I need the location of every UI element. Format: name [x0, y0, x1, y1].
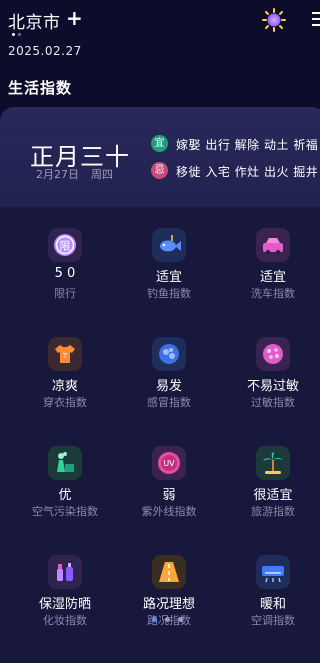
index-value: 暖和	[259, 597, 286, 612]
menu-icon[interactable]	[312, 12, 320, 28]
index-value: 适宜	[155, 270, 182, 285]
index-value: 5 0	[54, 266, 76, 281]
uv-icon: UV	[152, 446, 186, 480]
index-label: 穿衣指数	[43, 396, 87, 409]
solar-date: 2月27日	[36, 168, 79, 181]
cosmetics-icon	[48, 555, 82, 589]
add-city-icon[interactable]: +	[66, 6, 83, 30]
svg-text:限: 限	[60, 240, 71, 253]
fish-icon	[152, 228, 186, 262]
yi-badge: 宜	[151, 135, 168, 152]
air-conditioner-icon	[256, 555, 290, 589]
index-tile-travel[interactable]: 很适宜 旅游指数	[223, 446, 320, 519]
city-name[interactable]: 北京市	[8, 8, 61, 33]
index-value: 适宜	[259, 270, 286, 285]
solar-date-line: 2月27日 周四	[36, 166, 125, 182]
index-label: 限行	[54, 287, 76, 300]
index-tile-fishing[interactable]: 适宜 钓鱼指数	[119, 228, 219, 301]
index-label: 感冒指数	[147, 396, 191, 409]
allergy-icon	[256, 337, 290, 371]
city-page-indicator	[12, 33, 21, 36]
cold-icon	[152, 337, 186, 371]
index-value: 不易过敏	[246, 379, 299, 394]
shirt-icon: T	[48, 337, 82, 371]
index-tile-allergy[interactable]: 不易过敏 过敏指数	[223, 337, 320, 410]
road-icon	[152, 555, 186, 589]
svg-text:UV: UV	[163, 459, 175, 468]
index-label: 化妆指数	[43, 614, 87, 627]
index-value: 很适宜	[253, 488, 293, 503]
index-tile-air-conditioner[interactable]: 暖和 空调指数	[223, 555, 320, 628]
index-label: 洗车指数	[251, 287, 295, 300]
ji-badge: 忌	[151, 162, 168, 179]
index-label: 紫外线指数	[141, 505, 197, 518]
car-wash-icon	[256, 228, 290, 262]
index-value: 凉爽	[51, 379, 78, 394]
index-value: 优	[58, 488, 72, 503]
page-indicator[interactable]	[152, 617, 183, 622]
index-tile-air-quality[interactable]: 优 空气污染指数	[15, 446, 115, 519]
weekday: 周四	[91, 168, 113, 181]
weather-sun-icon[interactable]	[262, 8, 286, 32]
index-label: 钓鱼指数	[147, 287, 191, 300]
index-label: 旅游指数	[251, 505, 295, 518]
index-tile-uv[interactable]: UV 弱 紫外线指数	[119, 446, 219, 519]
page-dot	[178, 617, 183, 622]
yi-activities: 嫁娶 出行 解除 动土 祈福 ...	[176, 138, 320, 152]
svg-text:T: T	[62, 352, 68, 360]
index-tile-restriction[interactable]: 限 5 0 限行	[15, 228, 115, 301]
restriction-icon: 限	[48, 228, 82, 262]
index-value: 保湿防晒	[38, 597, 91, 612]
index-label: 空气污染指数	[32, 505, 98, 518]
index-tile-cosmetics[interactable]: 保湿防晒 化妆指数	[15, 555, 115, 628]
page-dot	[165, 617, 170, 622]
current-date: 2025.02.27	[8, 44, 82, 58]
index-tile-car-wash[interactable]: 适宜 洗车指数	[223, 228, 320, 301]
palm-tree-icon	[256, 446, 290, 480]
section-title: 生活指数	[8, 79, 73, 97]
index-tile-cold[interactable]: 易发 感冒指数	[119, 337, 219, 410]
page-dot-active	[152, 617, 157, 622]
index-tile-clothing[interactable]: T 凉爽 穿衣指数	[15, 337, 115, 410]
top-bar: 北京市 + 2025.02.27	[8, 6, 320, 58]
index-label: 空调指数	[251, 614, 295, 627]
index-value: 易发	[155, 379, 182, 394]
index-value: 弱	[162, 488, 176, 503]
index-label: 过敏指数	[251, 396, 295, 409]
ji-activities: 移徙 入宅 作灶 出火 掘井	[176, 165, 319, 179]
index-value: 路况理想	[142, 597, 195, 612]
factory-icon	[48, 446, 82, 480]
